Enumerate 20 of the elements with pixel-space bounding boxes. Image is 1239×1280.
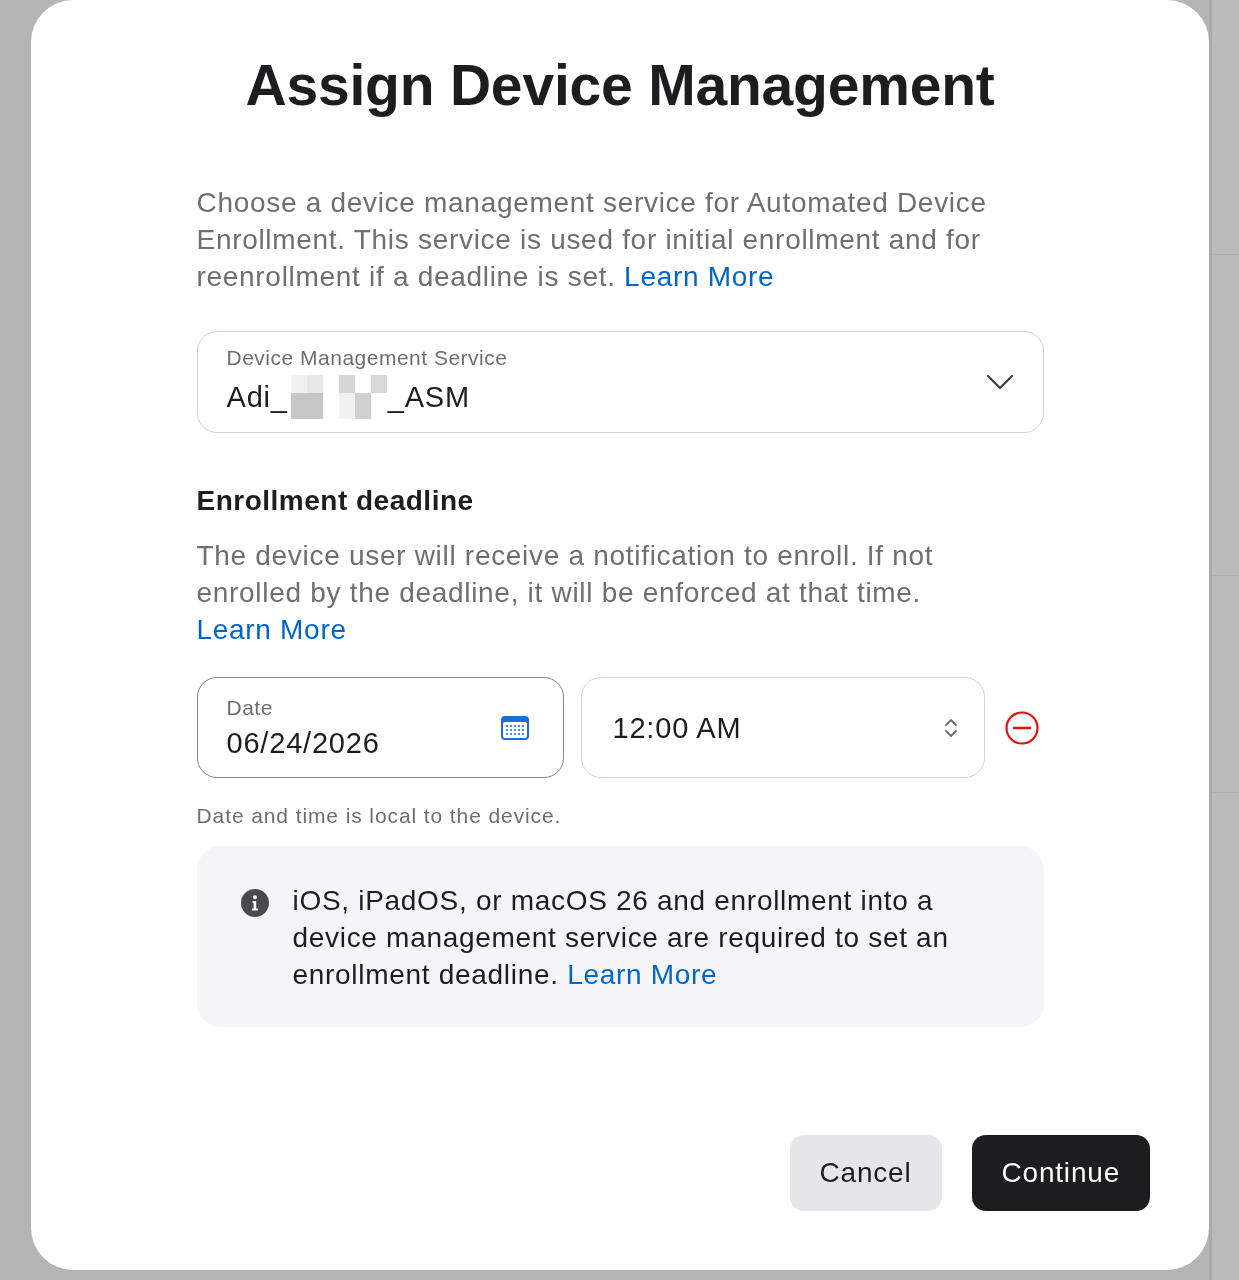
redaction-mosaic-icon [290,375,387,419]
dialog-title: Assign Device Management [244,52,996,118]
calendar-icon[interactable] [499,714,530,741]
info-icon [240,889,269,917]
cancel-button[interactable]: Cancel [789,1135,942,1211]
service-dropdown[interactable]: Device Management Service Adi_ _ASM [196,331,1044,433]
learn-more-link[interactable]: Learn More [196,614,347,645]
notice-text: iOS, iPadOS, or macOS 26 and enrollment into a device management service are required to set an enrollment deadline. Learn More [292,884,950,992]
time-field[interactable]: 12:00 AM [580,677,985,778]
learn-more-link[interactable]: Learn More [567,959,718,990]
continue-button[interactable]: Continue [971,1135,1150,1211]
date-field[interactable]: Date 06/24/2026 [196,677,564,778]
chevron-down-icon [986,375,1013,389]
deadline-description: The device user will receive a notification to enroll. If not enrolled by the deadline, it will be enforced at that time. Learn More [196,539,935,647]
section-heading: Enrollment deadline [196,484,475,518]
learn-more-link[interactable]: Learn More [624,261,775,292]
intro-text: Choose a device management service for Automated Device Enrollment. This service is used for initial enrollment and for reenrollment if a deadline is set. Learn More [196,186,988,294]
hint-text: Date and time is local to the device. [196,803,563,829]
remove-icon[interactable] [1004,710,1039,745]
up-down-chevron-icon [943,716,958,739]
